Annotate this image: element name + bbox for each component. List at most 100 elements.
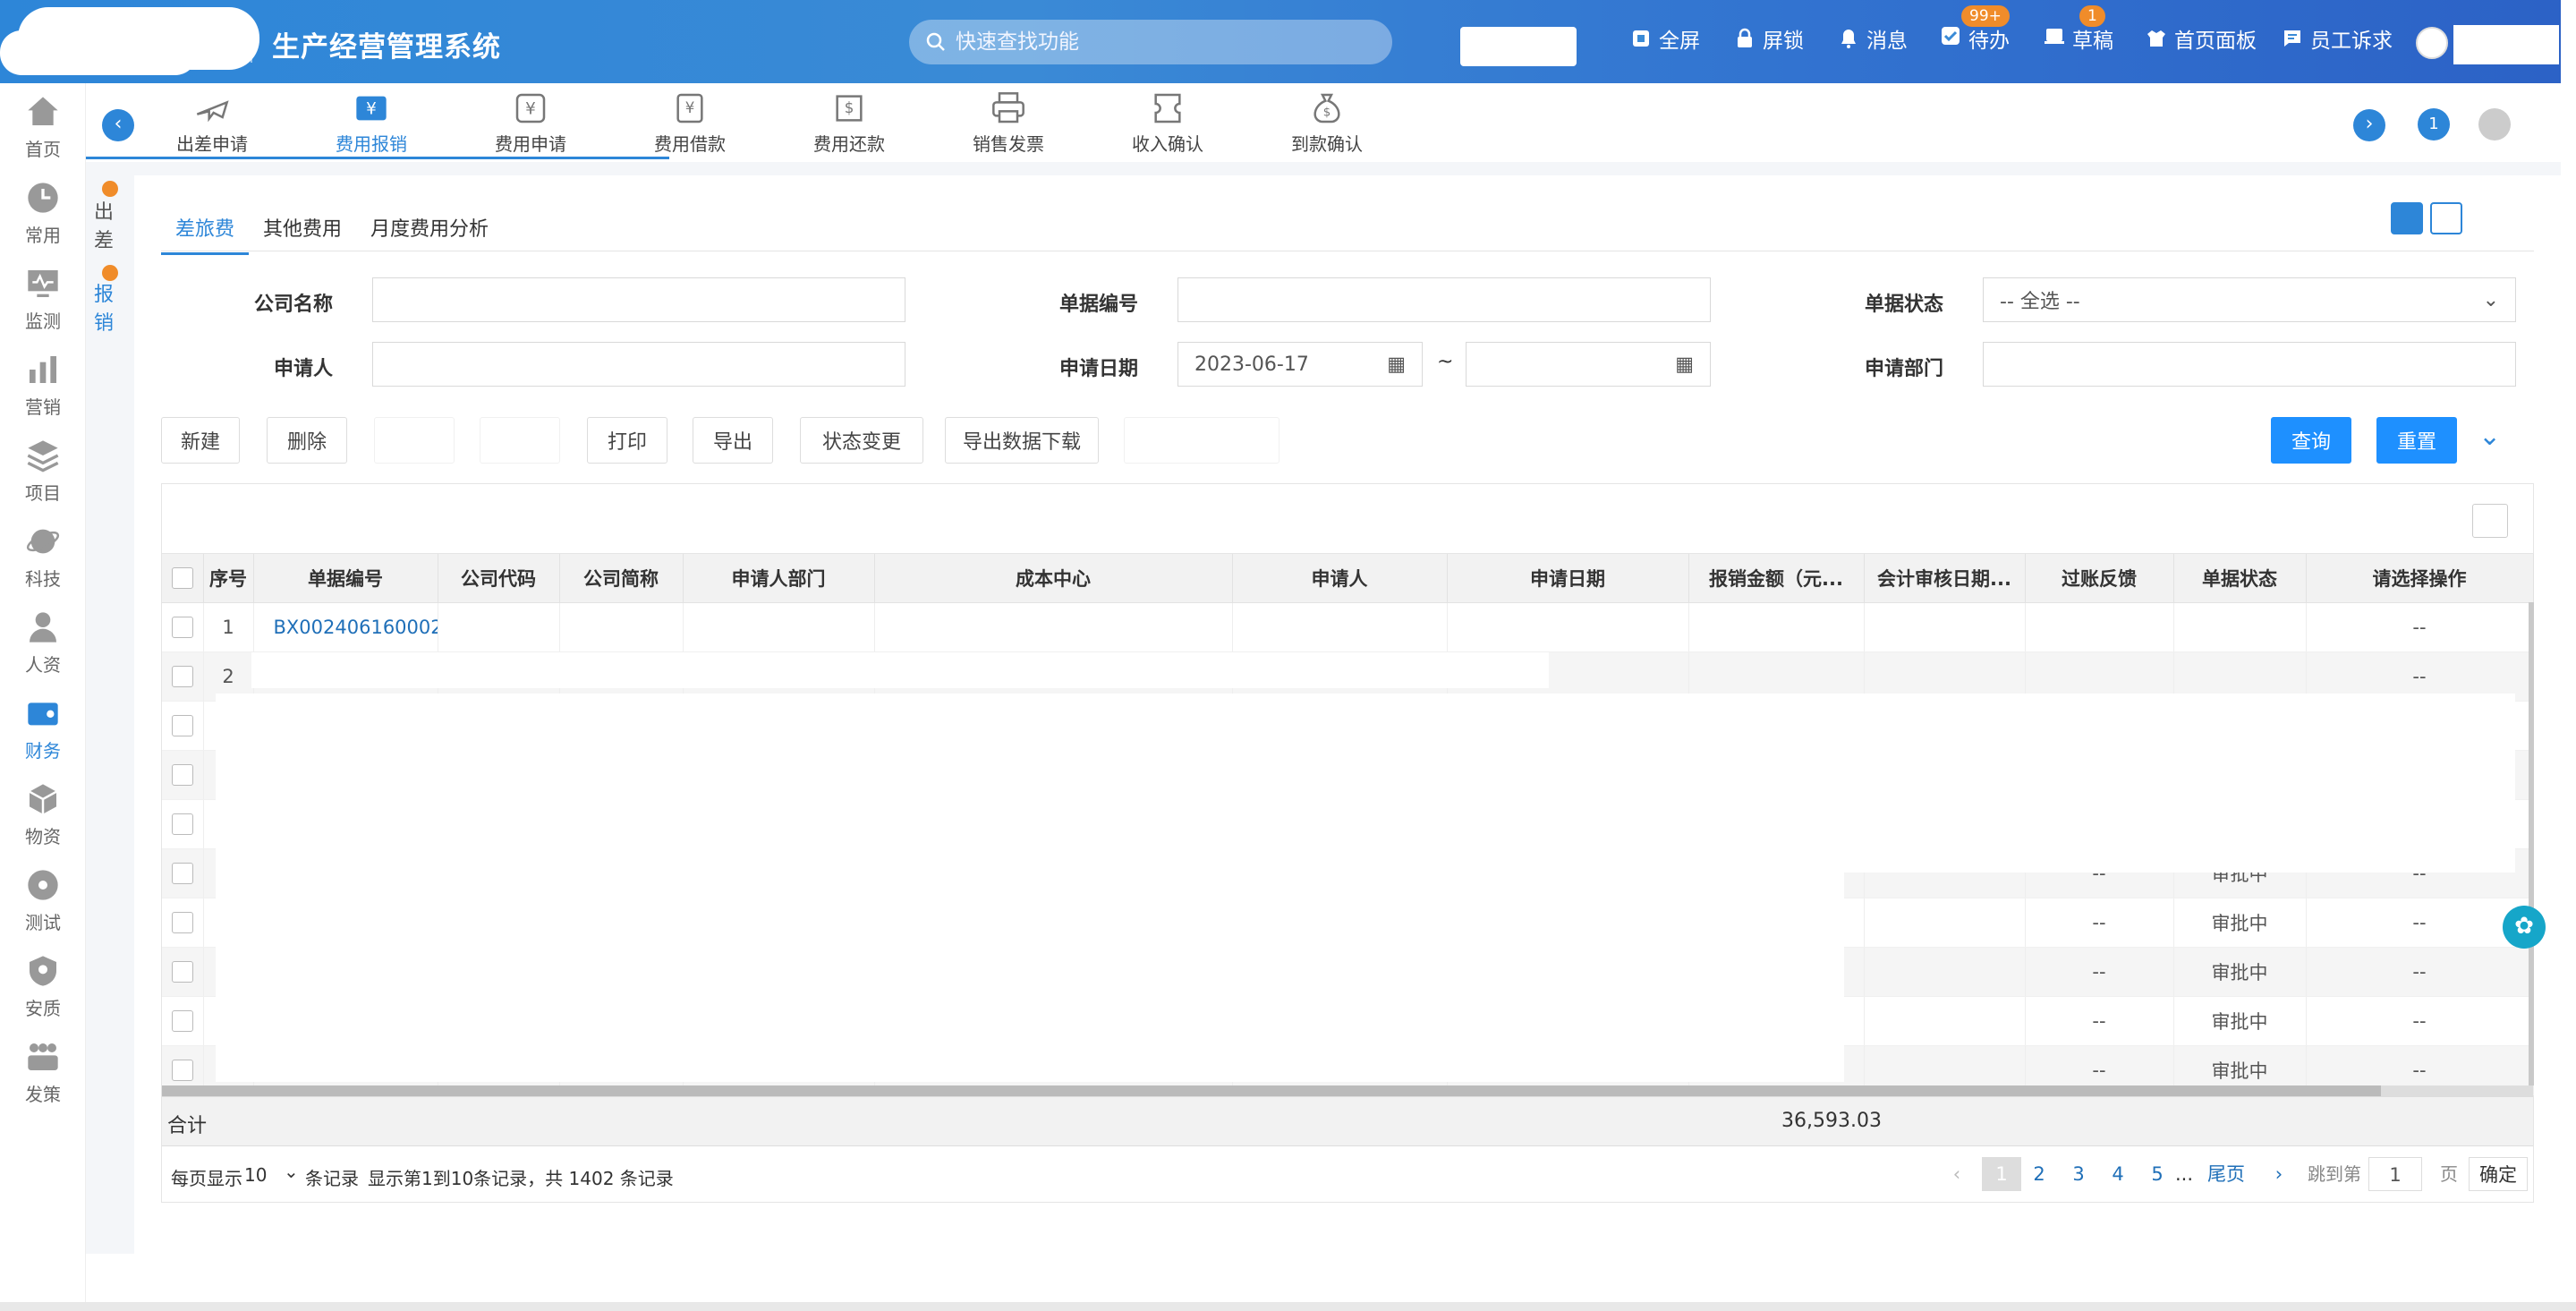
- tab-income-confirm[interactable]: 收入确认: [1101, 90, 1235, 156]
- float-helper-icon[interactable]: ✿: [2503, 906, 2546, 949]
- employee-appeal-button[interactable]: 员工诉求: [2282, 23, 2393, 54]
- column-header[interactable]: 报销金额（元...: [1688, 554, 1865, 603]
- row-checkbox-cell[interactable]: [162, 947, 204, 997]
- prev-page-icon[interactable]: ‹: [1943, 1157, 1971, 1191]
- bill-number-link[interactable]: BX00240616000238: [253, 602, 438, 652]
- nav-next-button[interactable]: ›: [2353, 109, 2385, 141]
- export-download-button[interactable]: 导出数据下载: [945, 417, 1099, 464]
- page-3[interactable]: 3: [2064, 1157, 2093, 1191]
- applicant-input[interactable]: [372, 342, 905, 387]
- query-button[interactable]: 查询: [2271, 417, 2351, 464]
- column-header[interactable]: 成本中心: [874, 554, 1233, 603]
- hidden-button[interactable]: [374, 417, 455, 464]
- row-checkbox-cell[interactable]: [162, 898, 204, 948]
- table-row[interactable]: 1BX00240616000238 --: [162, 602, 2534, 652]
- page-indicator[interactable]: 1: [2418, 108, 2450, 140]
- dept-input[interactable]: [1983, 342, 2516, 387]
- bill-no-input[interactable]: [1177, 277, 1711, 322]
- todo-button[interactable]: 99+ 待办: [1940, 5, 2010, 54]
- export-button[interactable]: 导出: [693, 417, 773, 464]
- tab-monthly-analysis[interactable]: 月度费用分析: [356, 202, 503, 255]
- tab-other-expense[interactable]: 其他费用: [249, 202, 356, 255]
- row-checkbox[interactable]: [171, 1060, 193, 1081]
- jump-input[interactable]: 1: [2368, 1157, 2422, 1191]
- status-select[interactable]: -- 全选 -- ⌄: [1983, 277, 2516, 322]
- sidebar-item-project[interactable]: 项目: [0, 438, 86, 505]
- column-header[interactable]: 会计审核日期...: [1864, 554, 2026, 603]
- date-to-input[interactable]: ▦: [1466, 342, 1711, 387]
- column-header[interactable]: 申请人: [1232, 554, 1448, 603]
- tab-expense-apply[interactable]: ¥ 费用申请: [463, 90, 598, 156]
- sidebar-item-marketing[interactable]: 营销: [0, 352, 86, 419]
- edit-icon[interactable]: [2478, 108, 2511, 140]
- sidebar-item-hr[interactable]: 人资: [0, 609, 86, 677]
- row-checkbox[interactable]: [171, 863, 193, 884]
- header-checkbox[interactable]: [162, 554, 204, 603]
- row-checkbox[interactable]: [171, 813, 193, 835]
- calendar-icon[interactable]: ▦: [1387, 353, 1406, 376]
- date-from-input[interactable]: 2023-06-17 ▦: [1177, 342, 1423, 387]
- column-header[interactable]: 公司代码: [438, 554, 560, 603]
- home-panel-button[interactable]: 首页面板: [2146, 23, 2257, 54]
- tab-travel-apply[interactable]: 出差申请: [145, 90, 279, 156]
- row-checkbox[interactable]: [171, 764, 193, 786]
- page-2[interactable]: 2: [2025, 1157, 2053, 1191]
- avatar[interactable]: [2416, 27, 2448, 59]
- new-button[interactable]: 新建: [161, 417, 240, 464]
- delete-button[interactable]: 删除: [267, 417, 347, 464]
- drafts-button[interactable]: 1 草稿: [2044, 5, 2113, 54]
- sidebar-item-common[interactable]: 常用: [0, 180, 86, 247]
- hidden-button[interactable]: [480, 417, 560, 464]
- company-input[interactable]: [372, 277, 905, 322]
- column-header[interactable]: 申请日期: [1447, 554, 1689, 603]
- sidebar-item-safety[interactable]: 安质: [0, 953, 86, 1020]
- row-checkbox[interactable]: [171, 666, 193, 687]
- column-header[interactable]: 请选择操作: [2306, 554, 2534, 603]
- column-header[interactable]: 申请人部门: [683, 554, 875, 603]
- select-all-checkbox[interactable]: [171, 567, 193, 590]
- status-change-button[interactable]: 状态变更: [800, 417, 923, 464]
- sidebar-item-monitor[interactable]: 监测: [0, 266, 86, 333]
- chevron-down-icon[interactable]: ⌄: [284, 1161, 299, 1182]
- fullscreen-button[interactable]: 全屏: [1630, 23, 1700, 54]
- row-checkbox-cell[interactable]: [162, 750, 204, 800]
- print-button[interactable]: 打印: [587, 417, 667, 464]
- row-checkbox-cell[interactable]: [162, 701, 204, 751]
- quick-search[interactable]: [909, 20, 1392, 64]
- tab-expense-repay[interactable]: $ 费用还款: [782, 90, 916, 156]
- operation-cell[interactable]: --: [2306, 947, 2534, 997]
- page-1[interactable]: 1: [1982, 1157, 2021, 1191]
- column-header[interactable]: 过账反馈: [2025, 554, 2174, 603]
- subnav-item-reimburse[interactable]: 报销: [86, 281, 122, 338]
- operation-cell[interactable]: --: [2306, 602, 2534, 652]
- horizontal-scrollbar[interactable]: [162, 1085, 2533, 1096]
- messages-button[interactable]: 消息: [1838, 23, 1908, 54]
- row-checkbox[interactable]: [171, 715, 193, 736]
- columns-icon[interactable]: [2472, 504, 2508, 538]
- row-checkbox[interactable]: [171, 912, 193, 933]
- row-checkbox-cell[interactable]: [162, 651, 204, 702]
- row-checkbox[interactable]: [171, 1010, 193, 1032]
- column-header[interactable]: 单据编号: [253, 554, 438, 603]
- row-checkbox-cell[interactable]: [162, 799, 204, 849]
- scrollbar-thumb[interactable]: [162, 1085, 2381, 1096]
- last-page-link[interactable]: 尾页: [2207, 1157, 2245, 1191]
- reset-button[interactable]: 重置: [2376, 417, 2457, 464]
- sidebar-item-strategy[interactable]: 发策: [0, 1039, 86, 1106]
- tab-travel-expense[interactable]: 差旅费: [161, 202, 250, 255]
- sidebar-item-test[interactable]: 测试: [0, 867, 86, 934]
- sidebar-item-finance[interactable]: 财务: [0, 695, 86, 762]
- column-header[interactable]: 单据状态: [2173, 554, 2307, 603]
- hidden-button[interactable]: [1124, 417, 1279, 464]
- contact-card-icon[interactable]: [2391, 202, 2423, 234]
- tab-expense-reimburse[interactable]: ¥ 费用报销: [304, 90, 438, 156]
- calendar-icon[interactable]: ▦: [1675, 353, 1694, 376]
- subnav-item-travel[interactable]: 出差: [86, 199, 122, 256]
- play-icon[interactable]: [2430, 202, 2462, 234]
- per-page-select[interactable]: 10: [244, 1164, 267, 1186]
- confirm-button[interactable]: 确定: [2469, 1157, 2528, 1191]
- screen-lock-button[interactable]: 屏锁: [1734, 23, 1804, 54]
- tab-expense-loan[interactable]: ¥ 费用借款: [623, 90, 757, 156]
- page-4[interactable]: 4: [2104, 1157, 2132, 1191]
- row-checkbox-cell[interactable]: [162, 848, 204, 898]
